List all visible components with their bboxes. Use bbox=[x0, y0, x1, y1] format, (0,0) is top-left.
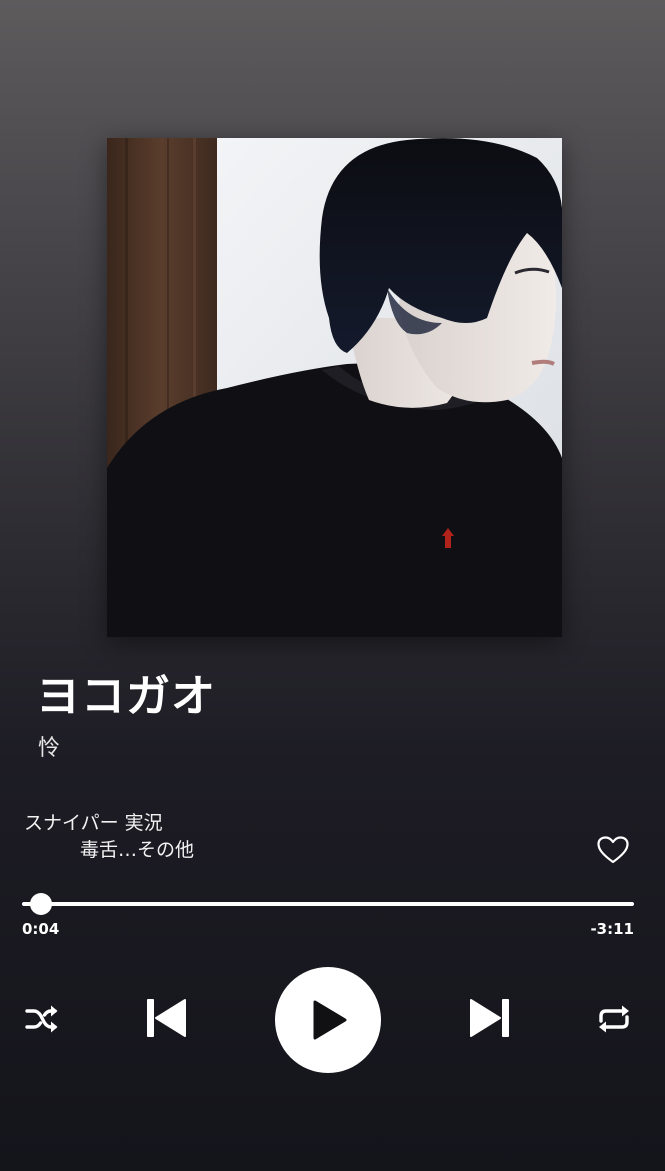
shuffle-button[interactable] bbox=[24, 1003, 60, 1035]
time-elapsed: 0:04 bbox=[22, 920, 60, 938]
repeat-button[interactable] bbox=[595, 1003, 633, 1035]
skip-next-icon bbox=[470, 999, 509, 1037]
progress-bar[interactable] bbox=[22, 902, 634, 906]
progress-thumb[interactable] bbox=[29, 893, 52, 915]
next-button[interactable] bbox=[468, 996, 512, 1040]
artist-name[interactable]: 怜 bbox=[38, 730, 60, 762]
play-button[interactable] bbox=[275, 967, 381, 1073]
heart-outline-icon bbox=[597, 836, 629, 864]
song-title: ヨコガオ bbox=[36, 671, 216, 722]
shuffle-icon bbox=[25, 1005, 58, 1033]
time-remaining: -3:11 bbox=[590, 920, 634, 938]
album-photo bbox=[107, 138, 562, 637]
context-line-2: 毒舌…その他 bbox=[79, 839, 194, 861]
context-line-1: スナイパー 実況 bbox=[24, 812, 163, 834]
now-playing-context: スナイパー 実況 毒舌…その他 bbox=[24, 810, 194, 864]
album-artwork bbox=[107, 138, 562, 637]
play-icon bbox=[313, 1000, 347, 1040]
repeat-icon bbox=[599, 1005, 629, 1033]
previous-button[interactable] bbox=[144, 996, 188, 1040]
like-button[interactable] bbox=[596, 835, 630, 865]
skip-previous-icon bbox=[147, 999, 186, 1037]
